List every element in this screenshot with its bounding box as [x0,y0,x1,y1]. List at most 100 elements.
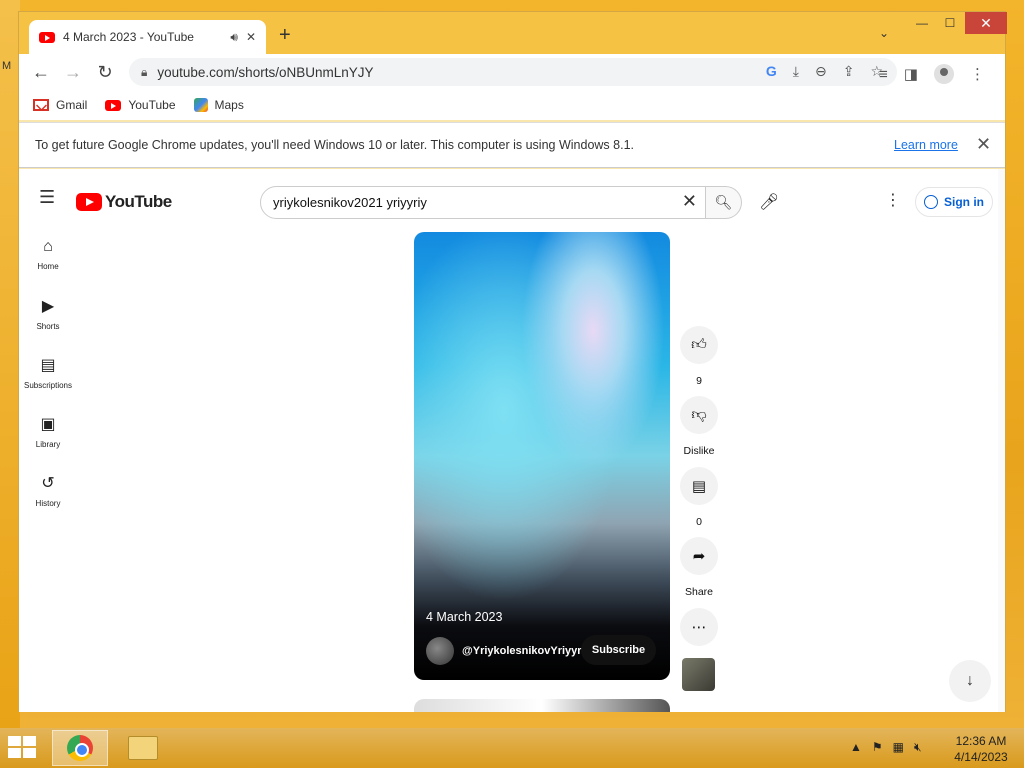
clock-time: 12:36 AM [955,734,1007,748]
comments-count: 0 [696,516,702,528]
bookmark-youtube[interactable]: YouTube [105,98,176,112]
chrome-icon [67,735,93,761]
reading-list-icon[interactable]: ≡ [879,66,888,83]
sound-thumbnail[interactable] [682,658,715,691]
install-app-icon[interactable]: ⤓ [793,63,799,80]
google-lens-icon[interactable]: G [766,63,777,80]
guide-item-library[interactable]: ▣ Library [19,402,77,461]
forward-button[interactable]: → [57,62,89,83]
title-bar: 4 March 2023 - YouTube 🔊︎ ✕ + ⌄ — ☐ ✕ [19,12,1007,54]
subscribe-button[interactable]: Subscribe [581,635,656,665]
channel-avatar[interactable] [426,637,454,665]
bookmark-label: YouTube [128,98,176,112]
guide-label: Library [35,440,61,449]
minimize-button[interactable]: — [909,12,935,34]
next-short-preview[interactable] [414,699,670,712]
browser-toolbar: ← → ↻ 🔒︎ youtube.com/shorts/oNBUnmLnYJY … [19,54,1005,90]
like-button[interactable]: 👍︎ [680,326,718,364]
bookmark-label: Gmail [56,98,88,112]
folder-icon [128,736,158,760]
learn-more-link[interactable]: Learn more [894,138,958,152]
taskbar-file-explorer[interactable] [115,730,171,766]
sign-in-label: Sign in [944,195,984,209]
short-video-player[interactable]: 4 March 2023 @YriykolesnikovYriyyriy Sub… [414,232,670,680]
comment-icon: ▤ [691,478,707,495]
guide-item-history[interactable]: ↺ History [19,461,77,520]
profile-avatar-icon[interactable] [933,64,954,84]
reload-button[interactable]: ↻ [89,62,121,83]
sign-in-button[interactable]: Sign in [915,187,993,217]
channel-handle[interactable]: @YriykolesnikovYriyyriy [462,645,591,657]
page-scrollbar[interactable] [998,169,1005,712]
lock-icon[interactable]: 🔒︎ [141,65,147,80]
dislike-action: 👎︎ Dislike [678,396,720,457]
guide-menu-icon[interactable]: ☰ [39,187,55,208]
chrome-window: 4 March 2023 - YouTube 🔊︎ ✕ + ⌄ — ☐ ✕ ← … [18,11,1007,712]
guide-label: History [35,499,61,508]
subscriptions-icon: ▤ [40,357,56,374]
windows-taskbar: ▲ ⚑ ▦ 🔇︎ 12:36 AM 4/14/2023 [0,728,1024,768]
infobar-close-icon[interactable]: ✕ [976,134,991,155]
speaker-icon[interactable]: 🔊︎ [230,30,238,45]
desktop-edge-label: M [2,60,12,72]
action-center-flag-icon[interactable]: ⚑ [872,740,883,755]
zoom-icon[interactable]: ⊖ [815,63,827,80]
start-button[interactable] [8,736,38,760]
maps-icon [193,98,208,112]
youtube-icon [105,99,122,111]
system-tray: ▲ ⚑ ▦ 🔇︎ [850,740,922,755]
next-short-button[interactable]: ↓ [949,660,991,702]
more-options-button[interactable]: ⋯ [680,608,718,646]
taskbar-clock[interactable]: 12:36 AM 4/14/2023 [946,733,1016,765]
network-icon[interactable]: ▦ [893,740,904,755]
chrome-menu-icon[interactable]: ⋮ [970,65,985,83]
comments-button[interactable]: ▤ [680,467,718,505]
short-title[interactable]: 4 March 2023 [426,610,502,624]
desktop-background [0,0,20,728]
show-hidden-icons-icon[interactable]: ▲ [850,740,862,755]
arrow-down-icon: ↓ [966,672,974,689]
user-icon [924,195,938,209]
guide-item-subscriptions[interactable]: ▤ Subscriptions [19,343,77,402]
guide-label: Shorts [36,322,60,331]
bookmarks-bar: Gmail YouTube Maps [19,90,1005,120]
youtube-favicon-icon [39,31,55,43]
window-close-button[interactable]: ✕ [965,12,1007,34]
maximize-button[interactable]: ☐ [937,12,963,34]
settings-menu-icon[interactable]: ⋮ [885,190,901,210]
url-text[interactable]: youtube.com/shorts/oNBUnmLnYJY [157,65,373,80]
browser-tab[interactable]: 4 March 2023 - YouTube 🔊︎ ✕ [29,20,266,54]
clear-search-icon[interactable]: ✕ [682,191,697,212]
new-tab-button[interactable]: + [279,24,291,47]
search-icon: 🔍︎ [714,194,733,210]
tab-close-icon[interactable]: ✕ [246,30,256,44]
guide-item-shorts[interactable]: ▶ Shorts [19,284,77,343]
share-button[interactable]: ➦ [680,537,718,575]
windows-logo-icon [8,736,21,746]
side-panel-icon[interactable]: ◨ [904,65,918,83]
bookmark-label: Maps [214,98,244,112]
bookmark-maps[interactable]: Maps [193,98,244,112]
youtube-logo[interactable]: YouTube [76,192,172,212]
search-button[interactable]: 🔍︎ [706,186,742,219]
dislike-button[interactable]: 👎︎ [680,396,718,434]
home-icon: ⌂ [43,238,53,255]
share-icon[interactable]: ⇪ [843,63,855,80]
shorts-icon: ▶ [41,298,55,315]
tab-search-chevron-icon[interactable]: ⌄ [879,26,889,40]
bookmark-gmail[interactable]: Gmail [33,98,87,112]
taskbar-chrome[interactable] [52,730,108,766]
search-query[interactable]: yriykolesnikov2021 yriyyriy [273,195,427,210]
share-action: ➦ Share [678,537,720,598]
short-channel: @YriykolesnikovYriyyriy [426,637,591,665]
search-input[interactable]: yriykolesnikov2021 yriyyriy ✕ [260,186,706,219]
tab-title: 4 March 2023 - YouTube [63,30,194,44]
address-bar[interactable]: 🔒︎ youtube.com/shorts/oNBUnmLnYJY G ⤓ ⊖ … [129,58,897,86]
back-button[interactable]: ← [25,62,57,83]
volume-muted-icon[interactable]: 🔇︎ [914,740,922,755]
more-action: ⋯ [678,608,720,646]
thumbs-up-icon: 👍︎ [691,336,707,353]
guide-item-home[interactable]: ⌂ Home [19,225,77,284]
guide-sidebar: ⌂ Home ▶ Shorts ▤ Subscriptions ▣ Librar… [19,225,77,520]
microphone-icon[interactable]: 🎤︎ [759,192,779,212]
